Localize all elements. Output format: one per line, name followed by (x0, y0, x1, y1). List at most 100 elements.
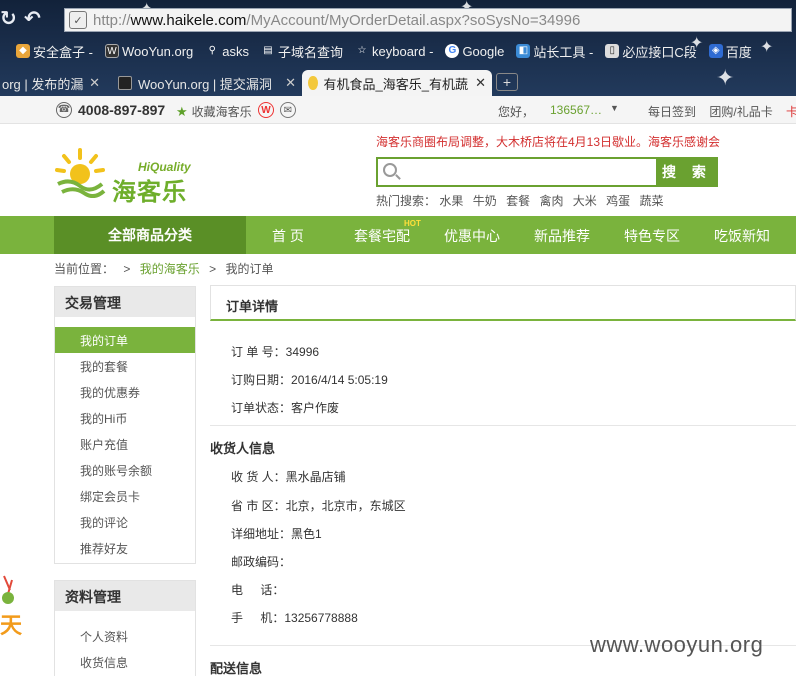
sidebar-trade: 交易管理 我的订单 我的套餐 我的优惠券 我的Hi币 账户充值 我的账号余额 绑… (54, 286, 196, 564)
tab-item[interactable]: org | 发布的漏 ✕ (0, 70, 106, 96)
hot-term-link[interactable]: 鸡蛋 (606, 194, 630, 208)
card-link[interactable]: 卡 (786, 105, 796, 119)
search-button[interactable]: 搜 索 (656, 157, 718, 187)
bookmark-item[interactable]: ☆ keyboard - (355, 44, 434, 59)
receiver-region: 北京，北京市，东城区 (285, 499, 406, 513)
receiver-address: 黑色1 (291, 527, 322, 541)
logo-text: 海客乐 (112, 179, 187, 206)
hot-term-link[interactable]: 水果 (439, 194, 463, 208)
hot-badge: HOT (404, 219, 421, 228)
bookmark-item[interactable]: G Google (445, 44, 504, 59)
phone-row: 电 话： (231, 583, 285, 597)
breadcrumb-link[interactable]: 我的海客乐 (140, 262, 200, 276)
hot-searches: 热门搜索： 水果 牛奶 套餐 禽肉 大米 鸡蛋 蔬菜 (376, 192, 670, 209)
giftcard-link[interactable]: 团购/礼品卡 (709, 105, 772, 119)
promo-widget[interactable]: 天 (0, 572, 30, 642)
announcement-text[interactable]: 海客乐商圈布局调整，大木桥店将在4月13日歇业。海客乐感谢会 (376, 133, 720, 150)
order-number: 34996 (285, 345, 320, 359)
sidebar-profile: 资料管理 个人资料 收货信息 (54, 580, 196, 676)
search-box: 搜 索 (376, 157, 718, 187)
receiver-row: 收 货 人：黑水晶店铺 (231, 470, 346, 484)
sidebar-item-packages[interactable]: 我的套餐 (55, 353, 195, 379)
undo-icon[interactable]: ↶ (24, 8, 41, 30)
star-icon: ★ (176, 103, 188, 119)
hot-term-link[interactable]: 禽肉 (539, 194, 563, 208)
receiver-section-title: 收货人信息 (210, 441, 276, 456)
page-icon: ▯ (605, 44, 620, 58)
browser-chrome: ✦ ✦ ✦ ✦ ✦ ↻ ↶ ✓ http://www.haikele.com/M… (0, 0, 796, 96)
bookmark-icon: W (104, 44, 119, 58)
chevron-down-icon[interactable]: ▼ (610, 103, 619, 113)
all-categories-button[interactable]: 全部商品分类 (54, 216, 246, 254)
breadcrumb-current: 我的订单 (225, 262, 274, 276)
order-number-row: 订 单 号：34996 (231, 345, 320, 359)
order-date: 2016/4/14 5:05:19 (291, 373, 388, 387)
social-links: W ✉ (258, 102, 296, 118)
promo-text: 天 (0, 613, 23, 638)
sidebar-item-referral[interactable]: 推荐好友 (55, 535, 195, 561)
google-icon: G (445, 44, 460, 58)
bookmarks-bar: ◆ 安全盒子 - W WooYun.org ⚲ asks ▤ 子域名查询 ☆ keyboa… (0, 40, 796, 62)
site-logo[interactable]: HiQuality 海客乐 (52, 142, 202, 206)
url-text[interactable]: http://www.haikele.com/MyAccount/MyOrder… (93, 12, 580, 29)
close-icon[interactable]: ✕ (89, 75, 100, 91)
nav-item-featured[interactable]: 特色专区 (624, 226, 680, 246)
wechat-icon[interactable]: ✉ (280, 102, 296, 118)
receiver-name: 黑水晶店铺 (285, 470, 346, 484)
new-tab-button[interactable]: + (496, 73, 518, 91)
nav-item-packages[interactable]: 套餐宅配 (354, 226, 410, 246)
address-row: 详细地址：黑色1 (231, 527, 322, 541)
tab-favicon-icon (118, 76, 132, 90)
hot-term-link[interactable]: 牛奶 (473, 194, 497, 208)
bookmark-item[interactable]: ⚲ asks (205, 44, 249, 59)
bookmark-icon: ▤ (263, 45, 273, 56)
phone-icon: ☎ (56, 102, 72, 118)
bookmark-item[interactable]: ◆ 安全盒子 - (16, 42, 93, 61)
receiver-mobile: 13256778888 (284, 611, 358, 625)
order-status: 客户作废 (291, 401, 340, 415)
greeting-text: 您好， (498, 105, 535, 119)
weibo-icon[interactable]: W (258, 102, 274, 118)
checkin-link[interactable]: 每日签到 (648, 105, 696, 119)
favorite-link[interactable]: ★ 收藏海客乐 (176, 103, 252, 120)
sidebar-section-title: 资料管理 (55, 581, 195, 611)
sidebar-item-orders[interactable]: 我的订单 (55, 327, 195, 353)
mobile-row: 手 机：13256778888 (231, 611, 358, 625)
bookmark-item[interactable]: ◧ 站长工具 - (516, 42, 593, 61)
sidebar-item-coupons[interactable]: 我的优惠券 (55, 379, 195, 405)
nav-item-home[interactable]: 首 页 (272, 226, 304, 246)
panel-title: 订单详情 (226, 299, 279, 314)
sidebar-item-profile[interactable]: 个人资料 (55, 623, 195, 649)
breadcrumb-separator: > (209, 262, 217, 276)
sidebar-item-reviews[interactable]: 我的评论 (55, 509, 195, 535)
tab-item-active[interactable]: 有机食品_海客乐_有机蔬 ✕ (302, 70, 492, 96)
sidebar-item-recharge[interactable]: 账户充值 (55, 431, 195, 457)
address-bar[interactable]: ✓ http://www.haikele.com/MyAccount/MyOrd… (64, 8, 792, 32)
hot-term-link[interactable]: 套餐 (506, 194, 530, 208)
nav-item-deals[interactable]: 优惠中心 (444, 226, 500, 246)
search-icon (383, 163, 397, 177)
hot-term-link[interactable]: 大米 (573, 194, 597, 208)
nav-item-news[interactable]: 吃饭新知 (714, 226, 770, 246)
search-input[interactable] (376, 157, 656, 187)
bookmark-icon: ◧ (516, 44, 531, 58)
sidebar-item-hicoins[interactable]: 我的Hi币 (55, 405, 195, 431)
tab-item[interactable]: WooYun.org | 提交漏洞 ✕ (112, 70, 302, 96)
bookmark-item[interactable]: ▯ 必应接口C段 (605, 42, 697, 61)
zip-row: 邮政编码： (231, 555, 292, 569)
delivery-section-title: 配送信息 (210, 661, 263, 676)
logo-sun-icon (55, 148, 106, 198)
sidebar-item-addresses[interactable]: 收货信息 (55, 649, 195, 675)
order-date-row: 订购日期：2016/4/14 5:05:19 (231, 373, 388, 387)
bookmark-item[interactable]: ▤ 子域名查询 (261, 42, 343, 61)
close-icon[interactable]: ✕ (475, 75, 486, 91)
bookmark-item[interactable]: W WooYun.org (104, 44, 193, 59)
sidebar-item-bind-card[interactable]: 绑定会员卡 (55, 483, 195, 509)
close-icon[interactable]: ✕ (285, 75, 296, 91)
bookmark-item[interactable]: ◈ 百度 (708, 42, 752, 61)
sidebar-item-balance[interactable]: 我的账号余额 (55, 457, 195, 483)
username-link[interactable]: 136567… (550, 103, 602, 117)
reload-icon[interactable]: ↻ (0, 8, 17, 30)
nav-item-new[interactable]: 新品推荐 (534, 226, 590, 246)
hot-term-link[interactable]: 蔬菜 (640, 194, 664, 208)
